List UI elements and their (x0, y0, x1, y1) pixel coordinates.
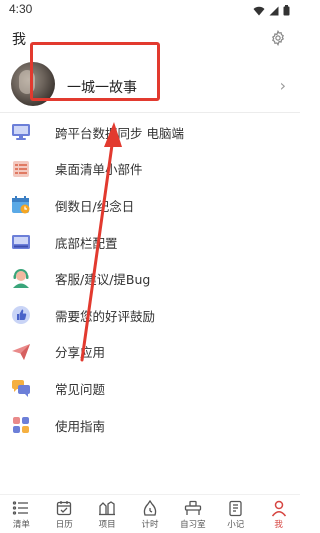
tab-label: 小记 (227, 520, 245, 530)
menu-item-guide[interactable]: 使用指南 (0, 407, 300, 444)
tab-calendar[interactable]: 日历 (43, 495, 86, 533)
profile-row[interactable]: 一城一故事 › (0, 58, 300, 114)
project-icon (98, 499, 116, 517)
tab-list[interactable]: 清单 (0, 495, 43, 533)
menu-item-label: 分享应用 (55, 345, 106, 361)
menu-item-rate[interactable]: 需要您的好评鼓励 (0, 297, 300, 334)
wifi-icon (253, 6, 265, 15)
support-agent-icon (11, 268, 31, 289)
status-bar: 4:30 (0, 0, 300, 22)
menu-item-bottom-bar[interactable]: 底部栏配置 (0, 224, 300, 261)
menu-item-widget[interactable]: 桌面清单小部件 (0, 151, 300, 188)
tab-timer[interactable]: 计时 (129, 495, 172, 533)
study-room-icon (184, 499, 202, 517)
tab-label: 项目 (98, 520, 116, 530)
menu-item-label: 桌面清单小部件 (55, 162, 143, 178)
battery-icon (283, 5, 290, 16)
menu-item-support[interactable]: 客服/建议/提Bug (0, 260, 300, 297)
monitor-sync-icon (11, 122, 31, 142)
menu-item-sync[interactable]: 跨平台数据同步 电脑端 (0, 114, 300, 151)
tab-me[interactable]: 我 (257, 495, 300, 533)
settings-button[interactable] (268, 28, 288, 48)
tab-project[interactable]: 项目 (86, 495, 129, 533)
guide-grid-icon (11, 415, 31, 435)
status-time: 4:30 (9, 2, 33, 16)
tab-label: 自习室 (180, 520, 206, 530)
chat-bubbles-icon (11, 378, 31, 398)
header: 我 (0, 26, 300, 54)
bottom-tab-bar: 清单 日历 项目 计时 自习室 小记 我 (0, 494, 300, 533)
menu-item-label: 使用指南 (55, 418, 106, 434)
tab-study-room[interactable]: 自习室 (171, 495, 214, 533)
tab-label: 日历 (55, 520, 73, 530)
menu-item-label: 需要您的好评鼓励 (55, 308, 156, 324)
calendar-countdown-icon (11, 195, 31, 215)
menu-item-label: 跨平台数据同步 电脑端 (55, 125, 184, 141)
menu-item-countdown[interactable]: 倒数日/纪念日 (0, 187, 300, 224)
tab-notes[interactable]: 小记 (214, 495, 257, 533)
status-icons (253, 5, 290, 16)
notes-icon (227, 499, 245, 517)
menu-item-label: 倒数日/纪念日 (55, 198, 135, 214)
divider (0, 112, 300, 113)
bottom-bar-icon (11, 232, 31, 252)
settings-menu: 跨平台数据同步 电脑端 桌面清单小部件 倒数日/纪念日 底部栏配置 客服/建议/… (0, 114, 300, 443)
widget-list-icon (11, 159, 31, 179)
tab-label: 清单 (12, 520, 30, 530)
tab-label: 我 (274, 520, 283, 530)
thumbs-up-icon (11, 305, 31, 325)
timer-icon (141, 499, 159, 517)
calendar-icon (55, 499, 73, 517)
page-title: 我 (12, 32, 26, 48)
tab-label: 计时 (141, 520, 159, 530)
gear-icon (272, 30, 284, 46)
menu-item-label: 底部栏配置 (55, 235, 118, 251)
chevron-right-icon: › (279, 76, 286, 95)
list-icon (12, 499, 30, 517)
profile-icon (270, 499, 288, 517)
avatar[interactable] (11, 62, 55, 106)
menu-item-faq[interactable]: 常见问题 (0, 370, 300, 407)
menu-item-label: 客服/建议/提Bug (55, 272, 151, 288)
paper-plane-icon (11, 342, 31, 362)
menu-item-share[interactable]: 分享应用 (0, 334, 300, 371)
menu-item-label: 常见问题 (55, 381, 106, 397)
profile-name: 一城一故事 (67, 80, 137, 96)
signal-icon (269, 6, 279, 15)
